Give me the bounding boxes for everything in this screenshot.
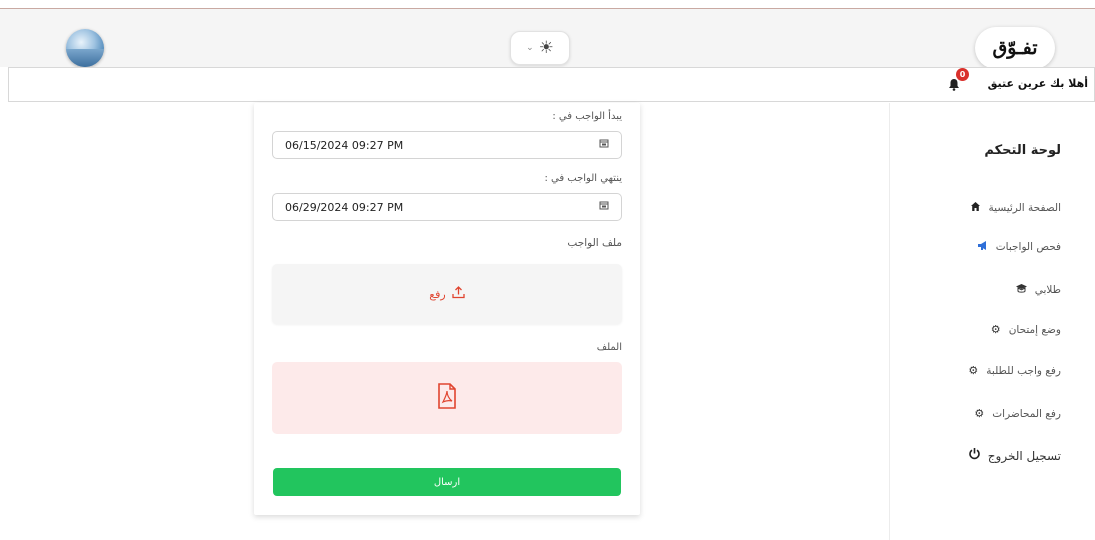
sidebar-title: لوحة التحكم [984, 143, 1061, 158]
upload-icon [452, 285, 465, 303]
sidebar-item-label: طلابي [1034, 284, 1061, 296]
chevron-down-icon: ⌄ [526, 43, 534, 53]
homework-file-label: ملف الواجب [567, 237, 622, 249]
attached-file-preview[interactable] [272, 362, 622, 434]
app-logo[interactable]: تفـوّق [975, 27, 1055, 69]
sidebar-item-my-students[interactable]: طلابي [1015, 283, 1061, 297]
graduation-cap-icon [1015, 283, 1029, 297]
calendar-icon[interactable] [599, 138, 609, 151]
welcome-bar: 0 أهلا بك عرين عتيق [8, 67, 1095, 102]
gear-icon: ⚙ [974, 407, 985, 420]
bell-icon[interactable] [948, 78, 960, 95]
start-date-input[interactable]: 06/15/2024 09:27 PM [272, 131, 622, 159]
homework-form-card: يبدأ الواجب في : 06/15/2024 09:27 PM ينت… [254, 103, 640, 515]
upload-dropzone[interactable]: رفع [272, 264, 622, 324]
sidebar-item-label: تسجيل الخروج [987, 448, 1061, 463]
submit-button[interactable]: ارسال [273, 468, 621, 496]
sidebar-item-upload-lectures[interactable]: ⚙ رفع المحاضرات [972, 407, 1061, 420]
end-date-label: ينتهي الواجب في : [544, 173, 622, 184]
sun-icon: ☀ [538, 38, 554, 58]
start-date-value: 06/15/2024 09:27 PM [285, 138, 404, 152]
start-date-label: يبدأ الواجب في : [552, 111, 622, 122]
file-label: الملف [596, 342, 622, 353]
gear-icon: ⚙ [968, 364, 979, 377]
sidebar-item-upload-homework[interactable]: ⚙ رفع واجب للطلبة [966, 364, 1061, 377]
sidebar-item-label: رفع واجب للطلبة [986, 364, 1061, 377]
end-date-input[interactable]: 06/29/2024 09:27 PM [272, 193, 622, 221]
notification-badge: 0 [956, 68, 969, 81]
welcome-text: أهلا بك عرين عتيق [987, 77, 1088, 90]
sidebar-item-home[interactable]: الصفحة الرئيسية [969, 201, 1061, 215]
home-icon [969, 201, 983, 215]
theme-toggle-button[interactable]: ⌄ ☀ [510, 31, 570, 65]
sidebar-item-label: فحص الواجبات [995, 241, 1061, 253]
calendar-icon[interactable] [599, 200, 609, 213]
sidebar-item-label: الصفحة الرئيسية [988, 202, 1061, 214]
gear-icon: ⚙ [990, 323, 1001, 336]
sidebar-item-create-exam[interactable]: ⚙ وضع إمتحان [989, 323, 1061, 336]
pdf-file-icon[interactable] [437, 383, 457, 413]
upload-label: رفع [429, 287, 446, 301]
megaphone-icon [976, 240, 990, 254]
top-header: ⌄ ☀ تفـوّق [0, 9, 1095, 69]
sidebar-item-label: وضع إمتحان [1008, 323, 1061, 336]
user-avatar[interactable] [66, 29, 104, 67]
sidebar: لوحة التحكم الصفحة الرئيسية فحص الواجبات… [889, 103, 1095, 540]
sidebar-item-check-homework[interactable]: فحص الواجبات [976, 240, 1061, 254]
end-date-value: 06/29/2024 09:27 PM [285, 200, 404, 214]
power-icon [968, 447, 982, 464]
sidebar-item-label: رفع المحاضرات [992, 407, 1061, 420]
sidebar-item-logout[interactable]: تسجيل الخروج [968, 447, 1061, 464]
